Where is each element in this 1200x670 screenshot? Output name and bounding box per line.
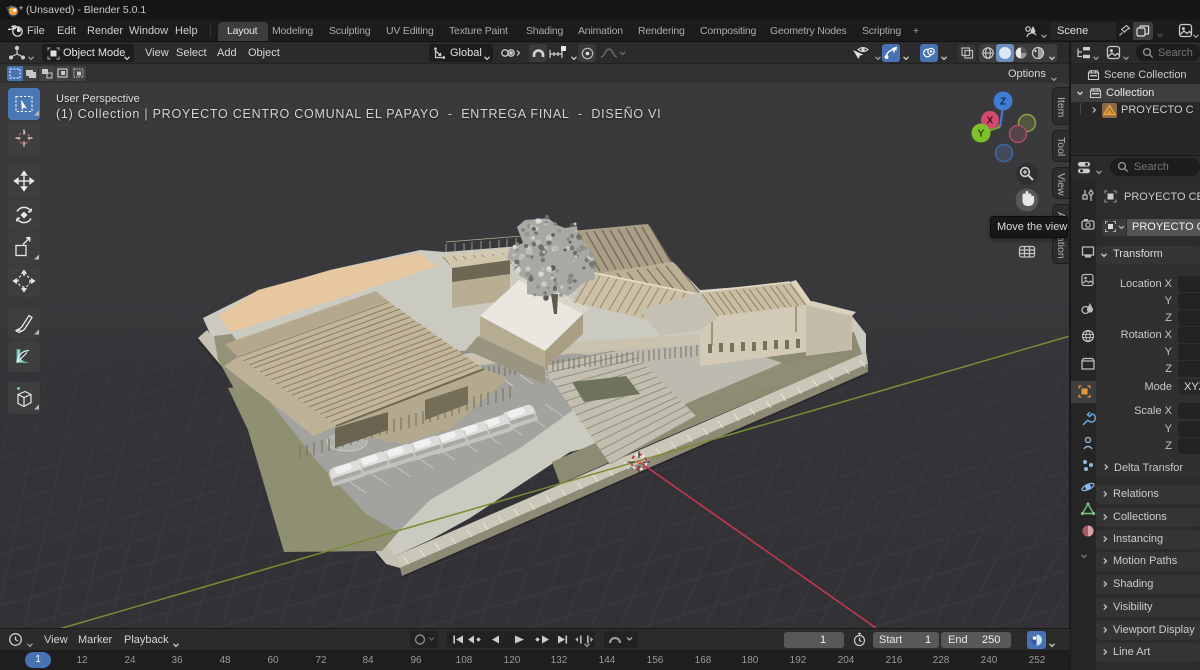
svg-text:Z: Z xyxy=(1000,97,1006,108)
svg-text:Y: Y xyxy=(978,129,985,140)
svg-text:X: X xyxy=(987,116,994,127)
